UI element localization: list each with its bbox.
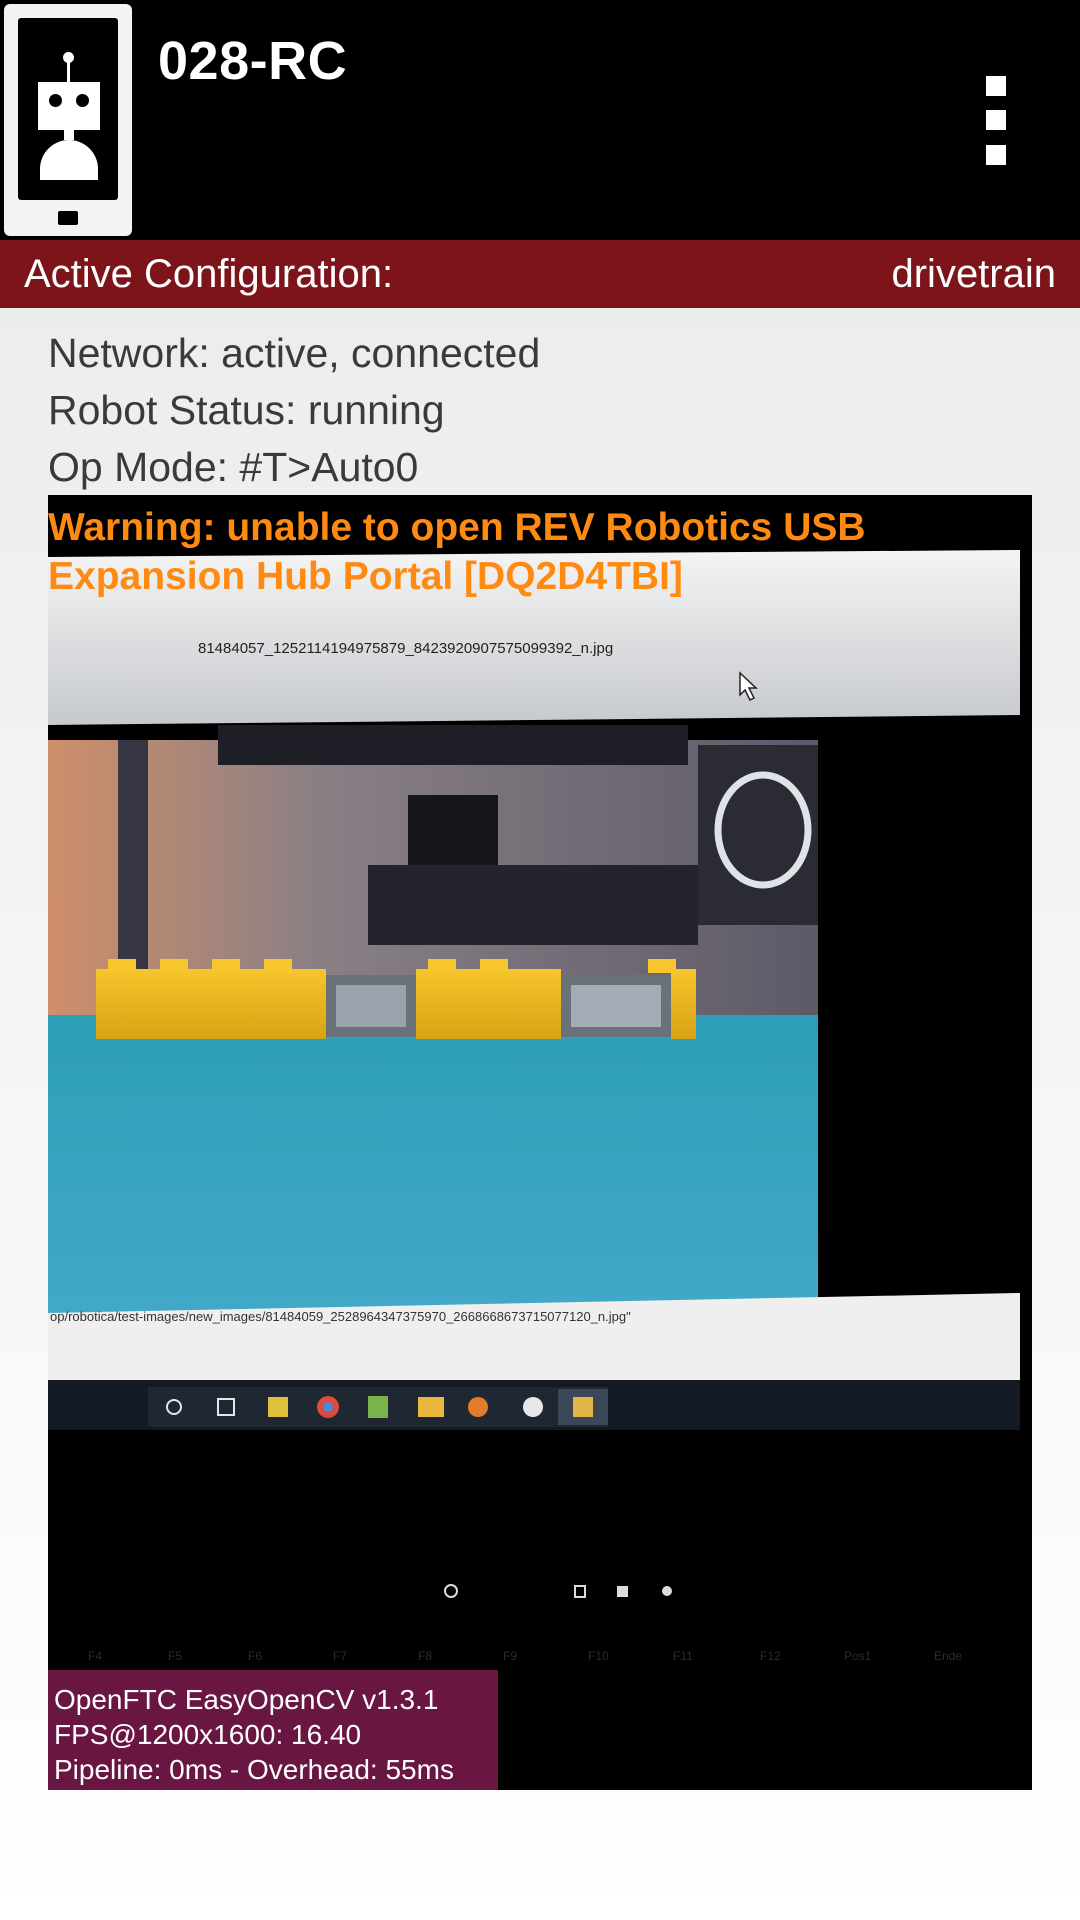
config-label: Active Configuration: — [24, 252, 394, 296]
fps-overlay-pipeline: Pipeline: 0ms - Overhead: 55ms — [54, 1754, 454, 1785]
camera-stream-view: 81484057_1252114194975879_84239209075750… — [48, 495, 1032, 1790]
hub-warning-text: Warning: unable to open REV Robotics USB… — [48, 506, 866, 598]
photo-path-bottom: op/robotica/test-images/new_images/81484… — [50, 1309, 631, 1324]
svg-text:F10: F10 — [588, 1649, 609, 1663]
config-value: drivetrain — [891, 252, 1056, 296]
svg-text:F11: F11 — [673, 1649, 693, 1663]
photo-filename-top: 81484057_1252114194975879_84239209075750… — [198, 640, 613, 657]
camera-frame-image: 81484057_1252114194975879_84239209075750… — [48, 550, 1020, 1663]
svg-text:Pos1: Pos1 — [844, 1649, 872, 1663]
overflow-menu-icon[interactable] — [978, 70, 1014, 170]
svg-text:F8: F8 — [418, 1649, 432, 1663]
fps-overlay: OpenFTC EasyOpenCV v1.3.1 FPS@1200x1600:… — [48, 1670, 498, 1790]
svg-text:F12: F12 — [760, 1649, 781, 1663]
app-bar: 028-RC — [0, 0, 1080, 240]
op-mode-status: Op Mode: #T>Auto0 — [48, 444, 419, 490]
robot-phone-icon — [4, 4, 132, 236]
fps-overlay-fps: FPS@1200x1600: 16.40 — [54, 1719, 362, 1750]
fps-overlay-version: OpenFTC EasyOpenCV v1.3.1 — [54, 1684, 439, 1715]
svg-text:F5: F5 — [168, 1649, 182, 1663]
svg-text:F7: F7 — [333, 1649, 347, 1663]
svg-text:F9: F9 — [503, 1649, 517, 1663]
svg-text:Ende: Ende — [934, 1649, 962, 1663]
svg-text:F6: F6 — [248, 1649, 262, 1663]
network-status: Network: active, connected — [48, 330, 541, 376]
svg-text:F4: F4 — [88, 1649, 102, 1663]
keyboard-area: F4 F5 F6 F7 F8 F9 F10 F11 F12 Pos1 Ende — [88, 1649, 962, 1663]
robot-status: Robot Status: running — [48, 387, 445, 433]
active-configuration-bar: Active Configuration: drivetrain — [0, 240, 1080, 308]
app-title: 028-RC — [158, 31, 348, 91]
